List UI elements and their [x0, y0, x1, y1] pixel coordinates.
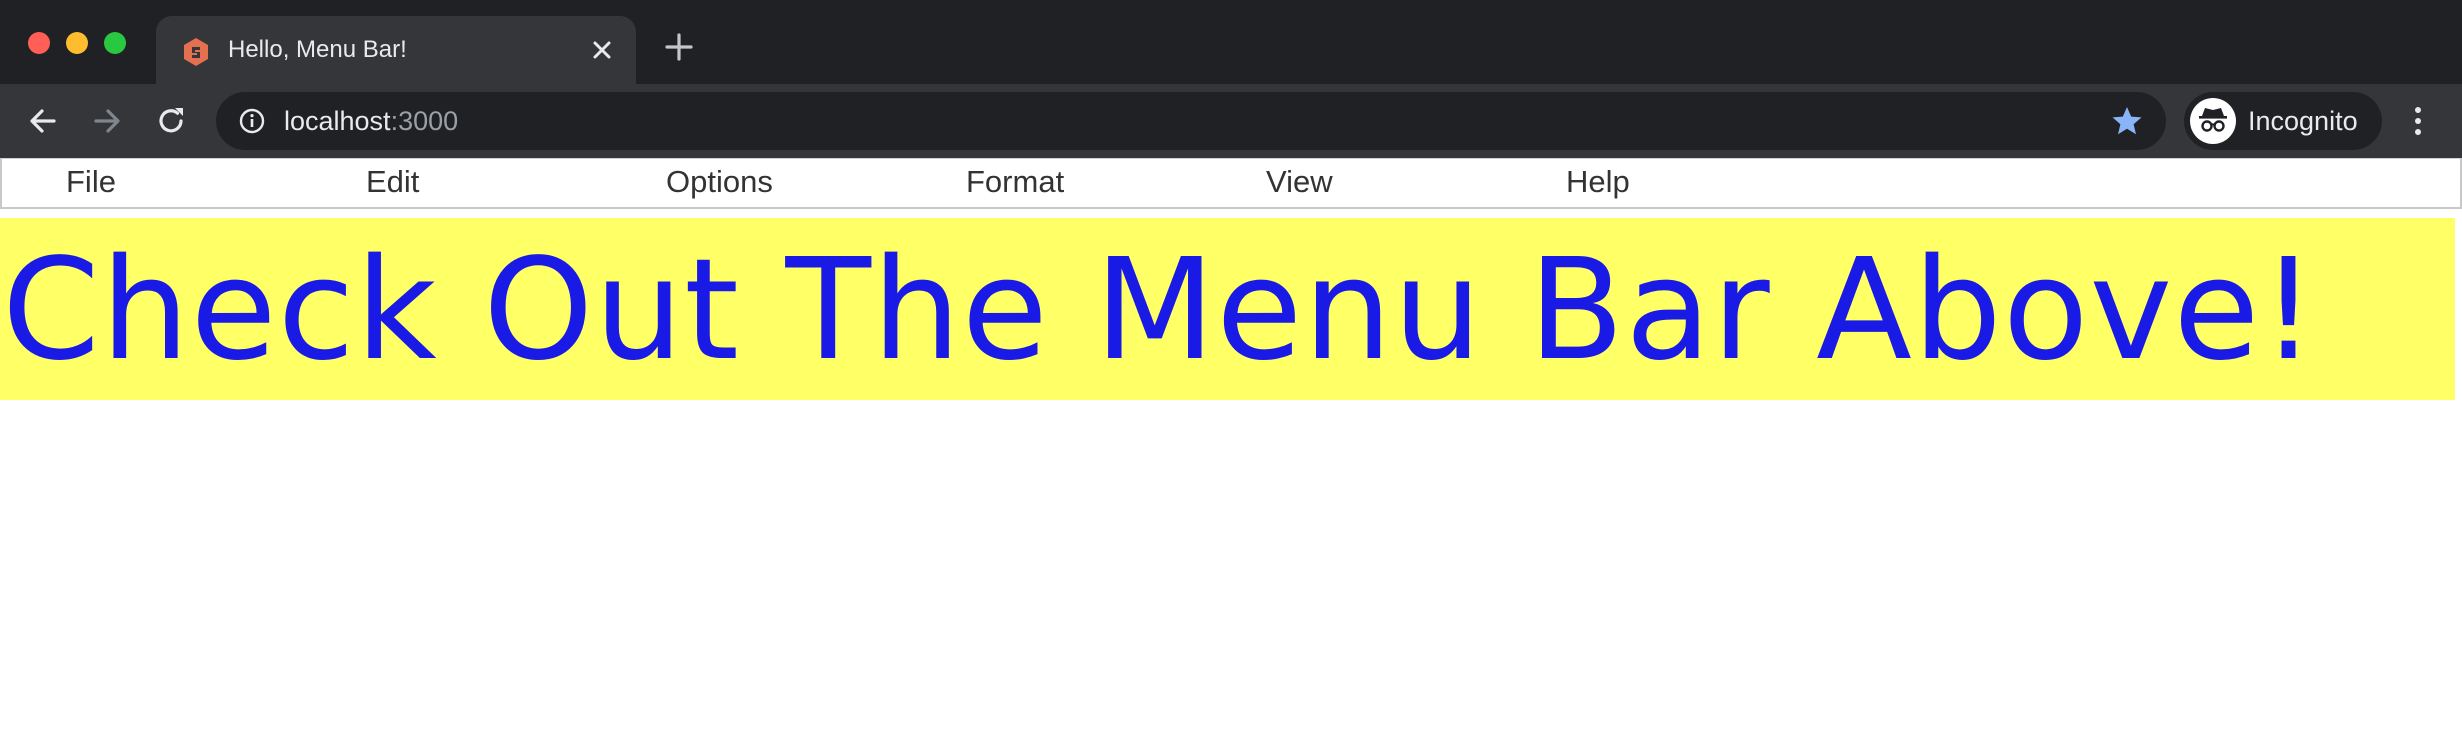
- menu-view[interactable]: View: [1266, 164, 1333, 200]
- browser-window: Hello, Menu Bar! localhost:3000 Incognit…: [0, 0, 2462, 750]
- browser-tab[interactable]: Hello, Menu Bar!: [156, 16, 636, 84]
- menu-bar: File Edit Options Format View Help: [0, 158, 2462, 209]
- close-window-button[interactable]: [28, 32, 50, 54]
- more-menu-icon[interactable]: [2404, 102, 2432, 140]
- brand-hexagon-icon: [184, 38, 208, 66]
- bookmark-star-icon[interactable]: [2110, 104, 2144, 138]
- url-port: :3000: [390, 106, 459, 136]
- incognito-profile-button[interactable]: Incognito: [2184, 92, 2382, 150]
- browser-toolbar: localhost:3000 Incognito: [0, 84, 2462, 158]
- maximize-window-button[interactable]: [104, 32, 126, 54]
- minimize-window-button[interactable]: [66, 32, 88, 54]
- url-host: localhost: [284, 106, 391, 136]
- menu-help[interactable]: Help: [1566, 164, 1630, 200]
- profile-label: Incognito: [2248, 106, 2358, 136]
- menu-file[interactable]: File: [66, 164, 116, 200]
- menu-options[interactable]: Options: [666, 164, 773, 200]
- close-tab-icon[interactable]: [586, 34, 618, 66]
- back-icon[interactable]: [24, 102, 62, 140]
- menu-edit[interactable]: Edit: [366, 164, 419, 200]
- new-tab-icon[interactable]: [662, 30, 696, 64]
- tab-strip: Hello, Menu Bar!: [0, 0, 2462, 84]
- menu-format[interactable]: Format: [966, 164, 1064, 200]
- url-text[interactable]: localhost:3000: [284, 105, 458, 137]
- incognito-icon: [2190, 98, 2236, 144]
- info-icon[interactable]: [238, 107, 266, 135]
- address-bar[interactable]: localhost:3000: [216, 92, 2166, 150]
- hero-heading: Check Out The Menu Bar Above!: [2, 229, 2318, 392]
- tab-title: Hello, Menu Bar!: [228, 36, 407, 63]
- hero-banner: Check Out The Menu Bar Above!: [0, 218, 2455, 400]
- reload-icon[interactable]: [152, 102, 190, 140]
- forward-icon[interactable]: [88, 102, 126, 140]
